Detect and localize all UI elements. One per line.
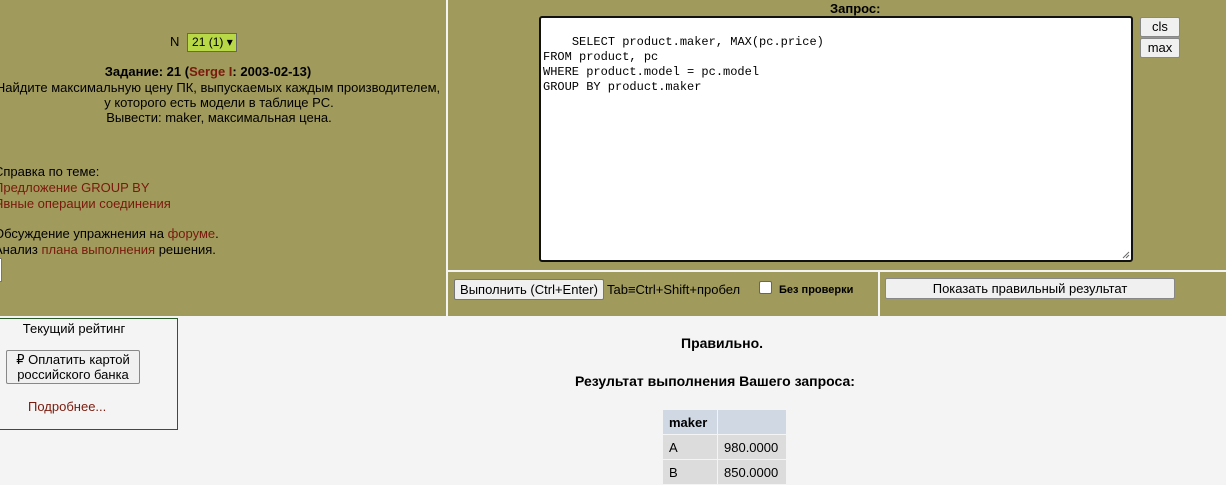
tab-hint: Tab≡Ctrl+Shift+пробел xyxy=(607,282,741,297)
task-number-row: N 21 (1) ▾ xyxy=(170,33,237,52)
no-check-checkbox[interactable] xyxy=(759,281,772,294)
chevron-down-icon: ▾ xyxy=(226,35,233,49)
rating-title: Текущий рейтинг xyxy=(22,321,126,336)
show-result-panel: Показать правильный результат xyxy=(880,272,1226,316)
task-title-prefix: Задание: 21 ( xyxy=(104,64,190,79)
table-row: A 980.0000 xyxy=(663,435,786,459)
table-row: B 850.0000 xyxy=(663,460,786,484)
task-number-value: 21 (1) xyxy=(192,35,224,49)
task-number-select[interactable]: 21 (1) ▾ xyxy=(187,33,237,52)
column-header-max-price xyxy=(718,410,786,434)
rating-box: Текущий рейтинг ₽ Оплатить картой россий… xyxy=(0,318,178,430)
execute-panel: Выполнить (Ctrl+Enter) Tab≡Ctrl+Shift+пр… xyxy=(448,272,878,316)
resize-handle-icon[interactable] xyxy=(1122,251,1130,259)
execute-button[interactable]: Выполнить (Ctrl+Enter) xyxy=(454,279,604,300)
forum-line: Обсуждение упражнения на форуме. xyxy=(0,226,219,241)
plan-line: Анализ плана выполнения решения. xyxy=(0,242,216,257)
query-label: Запрос: xyxy=(830,1,881,16)
hidden-button-edge[interactable] xyxy=(0,258,2,282)
help-link-joins[interactable]: Явные операции соединения xyxy=(0,196,171,211)
table-cell: 980.0000 xyxy=(718,435,786,459)
table-cell: 850.0000 xyxy=(718,460,786,484)
task-title: Задание: 21 (Serge I: 2003-02-13) xyxy=(0,64,416,79)
show-correct-result-button[interactable]: Показать правильный результат xyxy=(885,278,1175,299)
task-author-link[interactable]: Serge I xyxy=(189,64,232,79)
more-info-link[interactable]: Подробнее... xyxy=(28,399,106,414)
task-title-suffix: : 2003-02-13) xyxy=(232,64,312,79)
task-description-line1: Найдите максимальную цену ПК, выпускаемы… xyxy=(0,80,441,95)
table-cell: B xyxy=(663,460,717,484)
pay-by-card-button[interactable]: ₽ Оплатить картой российского банка xyxy=(6,350,140,384)
plan-suffix: решения. xyxy=(155,242,216,257)
query-panel: Запрос: SELECT product.maker, MAX(pc.pri… xyxy=(448,0,1226,270)
query-text: SELECT product.maker, MAX(pc.price) FROM… xyxy=(543,35,824,94)
result-status: Правильно. xyxy=(681,335,764,351)
table-header-row: maker xyxy=(663,410,786,434)
result-title: Результат выполнения Вашего запроса: xyxy=(575,373,855,389)
table-cell: A xyxy=(663,435,717,459)
help-link-group-by[interactable]: Предложение GROUP BY xyxy=(0,180,150,195)
forum-link[interactable]: форуме xyxy=(168,226,216,241)
task-number-label: N xyxy=(170,34,180,49)
task-description-line3: Вывести: maker, максимальная цена. xyxy=(106,110,332,125)
maximize-button[interactable]: max xyxy=(1140,38,1180,58)
help-heading: Справка по теме: xyxy=(0,164,100,179)
forum-prefix: Обсуждение упражнения на xyxy=(0,226,168,241)
task-description-line2: у которого есть модели в таблице PC. xyxy=(104,95,334,110)
query-textarea[interactable]: SELECT product.maker, MAX(pc.price) FROM… xyxy=(539,16,1133,262)
column-header-maker: maker xyxy=(663,410,717,434)
task-panel: N 21 (1) ▾ Задание: 21 (Serge I: 2003-02… xyxy=(0,0,446,316)
forum-suffix: . xyxy=(215,226,219,241)
plan-prefix: Анализ xyxy=(0,242,38,257)
clear-button[interactable]: cls xyxy=(1140,17,1180,37)
no-check-label: Без проверки xyxy=(779,284,854,296)
plan-link[interactable]: плана выполнения xyxy=(42,242,156,257)
